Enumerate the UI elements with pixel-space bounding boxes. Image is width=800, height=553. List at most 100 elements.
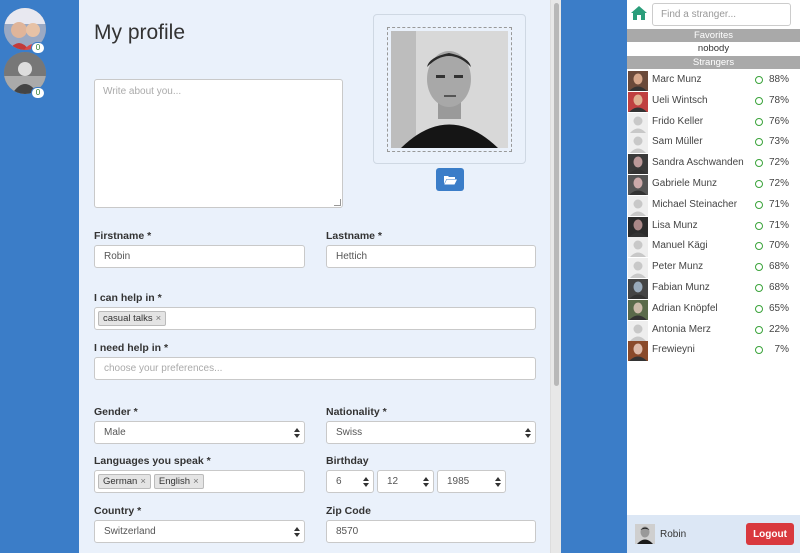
tag-remove-icon[interactable]: ×	[193, 476, 199, 487]
profile-photo-frame	[373, 14, 526, 164]
home-icon[interactable]	[630, 5, 648, 21]
need-help-label: I need help in *	[94, 342, 169, 354]
online-status-icon	[755, 346, 763, 355]
stranger-row[interactable]: Gabriele Munz 72%	[627, 174, 800, 195]
stranger-row[interactable]: Antonia Merz 22%	[627, 320, 800, 341]
strangers-header: Strangers	[627, 56, 800, 69]
stranger-search-input[interactable]	[652, 3, 791, 26]
stranger-name: Ueli Wintsch	[652, 94, 708, 106]
online-status-icon	[755, 96, 763, 105]
user-avatar-icon	[628, 279, 648, 299]
stranger-row[interactable]: Adrian Knöpfel 65%	[627, 299, 800, 320]
my-avatar[interactable]	[635, 524, 655, 544]
gender-select[interactable]: Male	[94, 421, 305, 444]
user-avatar-icon	[628, 91, 648, 112]
online-status-icon	[755, 304, 763, 313]
stranger-name: Fabian Munz	[652, 282, 710, 293]
stranger-row[interactable]: Marc Munz 88%	[627, 70, 800, 91]
user-avatar-icon	[628, 195, 648, 216]
stranger-row[interactable]: Lisa Munz 71%	[627, 216, 800, 237]
tag-remove-icon[interactable]: ×	[140, 476, 146, 487]
help-in-label: I can help in *	[94, 292, 162, 304]
lastname-label: Lastname *	[326, 230, 383, 242]
birthday-year-value: 1985	[447, 476, 470, 487]
match-percentage: 68%	[768, 282, 789, 293]
firstname-input[interactable]: Robin	[94, 245, 305, 268]
nationality-select[interactable]: Swiss	[326, 421, 536, 444]
main-scrollbar[interactable]	[550, 0, 561, 553]
birthday-month-select[interactable]: 12	[377, 470, 434, 493]
country-value: Switzerland	[104, 526, 156, 537]
user-avatar-icon	[628, 216, 648, 237]
help-in-tags-input[interactable]: casual talks ×	[94, 307, 536, 330]
my-name: Robin	[660, 529, 687, 540]
stranger-avatar	[628, 154, 648, 175]
birthday-year-select[interactable]: 1985	[437, 470, 506, 493]
online-status-icon	[755, 180, 763, 188]
stranger-name: Gabriele Munz	[652, 178, 718, 189]
language-tag-label: English	[158, 476, 191, 487]
folder-open-icon	[443, 175, 457, 184]
nationality-value: Swiss	[336, 427, 363, 438]
lastname-input[interactable]: Hettich	[326, 245, 536, 268]
need-help-input[interactable]: choose your preferences...	[94, 357, 536, 380]
stranger-name: Adrian Knöpfel	[652, 302, 718, 314]
online-status-icon	[755, 242, 763, 251]
stranger-avatar	[628, 320, 648, 341]
stranger-row[interactable]: Manuel Kägi 70%	[627, 236, 800, 258]
about-textarea[interactable]	[94, 79, 343, 208]
stranger-row[interactable]: Peter Munz 68%	[627, 257, 800, 279]
stranger-row[interactable]: Fabian Munz 68%	[627, 278, 800, 299]
match-percentage: 7%	[774, 344, 789, 356]
birthday-day-select[interactable]: 6	[326, 470, 374, 493]
user-avatar-icon	[628, 175, 648, 195]
stranger-name: Michael Steinacher	[652, 198, 738, 210]
stranger-name: Sam Müller	[652, 136, 703, 148]
select-arrows-icon	[495, 477, 501, 487]
stranger-row[interactable]: Michael Steinacher 71%	[627, 195, 800, 216]
nationality-label: Nationality *	[326, 406, 387, 418]
online-status-icon	[755, 263, 763, 272]
country-label: Country *	[94, 505, 142, 517]
languages-label: Languages you speak *	[94, 455, 211, 467]
profile-photo	[391, 31, 508, 148]
stranger-row[interactable]: Sam Müller 73%	[627, 132, 800, 154]
stranger-avatar	[628, 299, 648, 320]
stranger-row[interactable]: Ueli Wintsch 78%	[627, 91, 800, 112]
stranger-row[interactable]: Sandra Aschwanden 72%	[627, 153, 800, 175]
logout-button[interactable]: Logout	[746, 523, 794, 545]
stranger-name: Frewieyni	[652, 344, 695, 356]
profile-photo-dropzone[interactable]	[387, 27, 512, 152]
select-arrows-icon	[294, 428, 300, 438]
main-scrollbar-thumb[interactable]	[554, 3, 559, 386]
zip-input[interactable]: 8570	[326, 520, 536, 543]
user-avatar-icon	[628, 71, 648, 91]
stranger-row[interactable]: Frewieyni 7%	[627, 340, 800, 362]
favorites-empty-text: nobody	[697, 43, 730, 54]
stranger-name: Peter Munz	[652, 261, 704, 273]
stranger-avatar	[628, 216, 648, 237]
birthday-day-value: 6	[336, 476, 342, 487]
zip-label: Zip Code	[326, 505, 371, 517]
stranger-name: Lisa Munz	[652, 219, 698, 231]
tag-remove-icon[interactable]: ×	[156, 313, 162, 324]
help-in-tag: casual talks ×	[98, 311, 167, 326]
profile-panel: My profile Write about you... Firstname …	[79, 0, 550, 553]
language-tag: English ×	[153, 474, 204, 489]
stranger-avatar	[628, 279, 648, 299]
select-arrows-icon	[294, 527, 300, 537]
languages-tags-input[interactable]: German × English ×	[94, 470, 305, 493]
user-avatar-icon	[628, 320, 648, 341]
online-status-icon	[755, 221, 763, 230]
stranger-row[interactable]: Frido Keller 76%	[627, 112, 800, 133]
stranger-avatar	[628, 175, 648, 195]
country-select[interactable]: Switzerland	[94, 520, 305, 543]
match-percentage: 70%	[768, 240, 789, 252]
match-percentage: 72%	[768, 178, 789, 189]
textarea-resize-handle[interactable]	[334, 199, 341, 206]
upload-photo-button[interactable]	[436, 168, 464, 191]
online-status-icon	[755, 325, 763, 334]
stranger-avatar	[628, 133, 648, 154]
stranger-name: Manuel Kägi	[652, 240, 708, 252]
match-percentage: 71%	[768, 198, 789, 210]
